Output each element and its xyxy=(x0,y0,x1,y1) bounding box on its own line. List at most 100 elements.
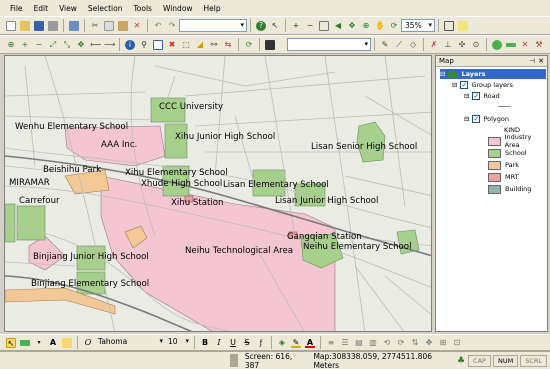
tree-polygon[interactable]: ⊟ ✓ Polygon xyxy=(464,114,509,124)
table-icon[interactable] xyxy=(153,39,163,50)
split-icon[interactable]: ⊥ xyxy=(443,40,453,50)
menu-selection[interactable]: Selection xyxy=(88,4,123,13)
refresh-icon[interactable]: ⟳ xyxy=(389,21,399,31)
menu-edit[interactable]: Edit xyxy=(34,4,49,13)
collapse-icon[interactable]: ⊟ xyxy=(464,92,469,100)
zoom-in-tool-icon[interactable]: + xyxy=(20,40,30,50)
font-size-select[interactable]: 10 xyxy=(165,336,191,349)
add-layer-icon[interactable]: ⊕ xyxy=(6,40,16,50)
strikethrough-button[interactable]: S xyxy=(242,338,252,348)
dropdown-arrow-icon[interactable]: ▾ xyxy=(34,338,44,348)
fixed-zoom-in-icon[interactable]: ⤢ xyxy=(48,40,58,50)
edit-pencil-icon[interactable]: ✎ xyxy=(380,40,390,50)
line-color-icon[interactable]: ✎ xyxy=(291,338,301,348)
collapse-icon[interactable]: ⊟ xyxy=(440,70,445,78)
rectangle-tool-icon[interactable] xyxy=(20,339,30,346)
menu-view[interactable]: View xyxy=(59,4,77,13)
map-view[interactable]: CCC University Wenhu Elementary School X… xyxy=(4,55,432,332)
clear-selection-icon[interactable]: ✖ xyxy=(167,40,177,50)
help-icon[interactable]: ? xyxy=(256,20,266,31)
group-icon[interactable]: ▤ xyxy=(354,338,364,348)
hyperlink-icon[interactable]: ⚯ xyxy=(209,40,219,50)
zoom-in-icon[interactable]: + xyxy=(291,21,301,31)
pan-icon[interactable]: ✋ xyxy=(375,21,385,31)
underline-button[interactable]: U xyxy=(228,338,238,348)
close-icon[interactable]: ✕ xyxy=(538,56,544,67)
redo-icon[interactable]: ↷ xyxy=(167,21,177,31)
rotate-icon[interactable]: ✣ xyxy=(457,40,467,50)
tree-road[interactable]: ⊟ ✓ Road xyxy=(464,91,500,101)
bold-button[interactable]: B xyxy=(200,338,210,348)
road-checkbox[interactable]: ✓ xyxy=(472,92,481,100)
save-icon[interactable] xyxy=(34,20,44,31)
tree-group-layers[interactable]: ⊟ ✓ Group layers xyxy=(452,80,513,90)
menu-help[interactable]: Help xyxy=(204,4,221,13)
delete-icon[interactable]: ✕ xyxy=(132,21,142,31)
group-layers-checkbox[interactable]: ✓ xyxy=(460,81,469,89)
align-icon[interactable]: ≡ xyxy=(326,338,336,348)
open-folder-icon[interactable] xyxy=(20,20,30,31)
snap-icon[interactable]: ⊞ xyxy=(438,338,448,348)
tools-icon[interactable]: ⚒ xyxy=(534,40,544,50)
green-point-icon[interactable] xyxy=(492,39,502,50)
camera-icon[interactable] xyxy=(265,39,275,50)
text-tool-icon[interactable]: A xyxy=(48,338,58,348)
order-icon[interactable]: ▥ xyxy=(368,338,378,348)
print-icon[interactable] xyxy=(48,20,58,31)
layer-select[interactable] xyxy=(179,19,247,32)
attributes-icon[interactable]: ⊙ xyxy=(471,40,481,50)
polygon-checkbox[interactable]: ✓ xyxy=(472,115,481,123)
font-family-select[interactable]: Tahoma xyxy=(95,336,165,349)
paste-icon[interactable] xyxy=(118,20,128,31)
text-color-icon[interactable]: ƒ xyxy=(256,338,266,348)
zoom-out-tool-icon[interactable]: − xyxy=(34,40,44,50)
vertex-icon[interactable]: ◇ xyxy=(408,40,418,50)
full-extent-icon[interactable] xyxy=(444,20,454,31)
scale-select[interactable] xyxy=(287,38,371,51)
print-preview-icon[interactable] xyxy=(69,20,79,31)
context-help-icon[interactable]: ↖ xyxy=(270,21,280,31)
menu-file[interactable]: File xyxy=(10,4,23,13)
select-features-icon[interactable]: ⬚ xyxy=(181,40,191,50)
zoom-layer-icon[interactable]: ⊕ xyxy=(361,21,371,31)
collapse-icon[interactable]: ⊟ xyxy=(464,115,469,123)
fixed-zoom-out-icon[interactable]: ⤡ xyxy=(62,40,72,50)
zoom-selection-icon[interactable]: ⊡ xyxy=(452,338,462,348)
pin-icon[interactable]: ⊣ xyxy=(529,56,535,67)
cut-icon[interactable]: ✂ xyxy=(90,21,100,31)
menu-tools[interactable]: Tools xyxy=(133,4,151,13)
green-line-icon[interactable] xyxy=(506,42,516,47)
sketch-icon[interactable]: ⟋ xyxy=(394,40,404,50)
zoom-out-icon[interactable]: − xyxy=(305,21,315,31)
find-icon[interactable]: ⚲ xyxy=(139,40,149,50)
forward-icon[interactable]: ⟶ xyxy=(104,40,115,50)
copy-icon[interactable] xyxy=(104,20,114,31)
edit-text-icon[interactable] xyxy=(62,337,72,348)
tool-red-icon[interactable]: ✕ xyxy=(520,40,530,50)
select-arrow-icon[interactable]: ↖ xyxy=(6,337,16,348)
nudge-icon[interactable]: ✥ xyxy=(424,338,434,348)
rotate-left-icon[interactable]: ⟲ xyxy=(382,338,392,348)
flip-icon[interactable]: ⇅ xyxy=(410,338,420,348)
new-file-icon[interactable] xyxy=(6,20,16,31)
map-tip-icon[interactable] xyxy=(458,20,468,31)
zoom-level-select[interactable]: 35% xyxy=(401,19,435,32)
cut-polygon-icon[interactable]: ✗ xyxy=(429,40,439,50)
zoom-previous-icon[interactable]: ◀ xyxy=(333,21,343,31)
italic-button[interactable]: I xyxy=(214,338,224,348)
font-color-icon[interactable]: A xyxy=(305,338,315,348)
measure-icon[interactable]: ◢ xyxy=(195,40,205,50)
pan-tool-icon[interactable]: ✥ xyxy=(76,40,86,50)
undo-icon[interactable]: ↶ xyxy=(153,21,163,31)
swipe-icon[interactable]: ⇆ xyxy=(223,40,233,50)
rotate-right-icon[interactable]: ⟳ xyxy=(396,338,406,348)
refresh-map-icon[interactable]: ⟳ xyxy=(244,40,254,50)
info-icon[interactable]: i xyxy=(125,39,135,50)
zoom-window-icon[interactable] xyxy=(319,20,329,31)
collapse-icon[interactable]: ⊟ xyxy=(452,81,457,89)
menu-window[interactable]: Window xyxy=(163,4,193,13)
map-canvas[interactable] xyxy=(5,56,432,332)
back-icon[interactable]: ⟵ xyxy=(90,40,101,50)
tree-root[interactable]: ⊟ Layers xyxy=(440,69,546,79)
fill-color-icon[interactable]: ◈ xyxy=(277,338,287,348)
